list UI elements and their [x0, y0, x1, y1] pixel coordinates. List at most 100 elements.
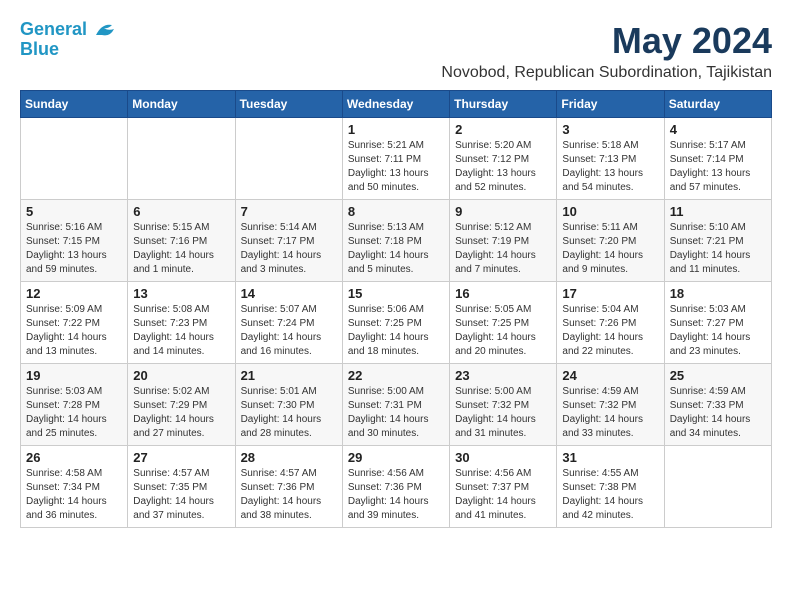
- day-number: 5: [26, 204, 122, 219]
- day-info: Sunrise: 4:56 AMSunset: 7:37 PMDaylight:…: [455, 467, 551, 523]
- calendar-cell: 4Sunrise: 5:17 AMSunset: 7:14 PMDaylight…: [664, 118, 771, 200]
- title-section: May 2024 Novobod, Republican Subordinati…: [441, 20, 772, 82]
- sunset-text: Sunset: 7:32 PM: [455, 399, 551, 413]
- day-info: Sunrise: 5:02 AMSunset: 7:29 PMDaylight:…: [133, 385, 229, 441]
- calendar-cell: 30 Sunrise: 4:56 AMSunset: 7:37 PMDayligh…: [450, 446, 557, 528]
- sunset-text: Sunset: 7:29 PM: [133, 399, 229, 413]
- sunset-text: Sunset: 7:19 PM: [455, 235, 551, 249]
- day-number: 12: [26, 286, 122, 301]
- month-title: May 2024: [441, 20, 772, 62]
- day-number: 27: [133, 450, 229, 465]
- sunrise-text: Sunrise: 5:06 AM: [348, 303, 444, 317]
- weekday-header-tuesday: Tuesday: [235, 91, 342, 118]
- sunset-text: Sunset: 7:32 PM: [562, 399, 658, 413]
- sunrise-text: Sunrise: 4:57 AM: [133, 467, 229, 481]
- sunset-text: Sunset: 7:38 PM: [562, 481, 658, 495]
- calendar-cell: 11Sunrise: 5:10 AMSunset: 7:21 PMDayligh…: [664, 200, 771, 282]
- day-number: 31: [562, 450, 658, 465]
- daylight-text: Daylight: 14 hours and 5 minutes.: [348, 249, 444, 277]
- calendar-cell: 20Sunrise: 5:02 AMSunset: 7:29 PMDayligh…: [128, 364, 235, 446]
- sunset-text: Sunset: 7:11 PM: [348, 153, 444, 167]
- weekday-header-thursday: Thursday: [450, 91, 557, 118]
- calendar-cell: 8Sunrise: 5:13 AMSunset: 7:18 PMDaylight…: [342, 200, 449, 282]
- calendar-cell: 7Sunrise: 5:14 AMSunset: 7:17 PMDaylight…: [235, 200, 342, 282]
- sunset-text: Sunset: 7:17 PM: [241, 235, 337, 249]
- sunset-text: Sunset: 7:27 PM: [670, 317, 766, 331]
- calendar-cell: 31 Sunrise: 4:55 AMSunset: 7:38 PMDayligh…: [557, 446, 664, 528]
- sunrise-text: Sunrise: 5:00 AM: [348, 385, 444, 399]
- day-info: Sunrise: 5:05 AMSunset: 7:25 PMDaylight:…: [455, 303, 551, 359]
- calendar-cell: 15Sunrise: 5:06 AMSunset: 7:25 PMDayligh…: [342, 282, 449, 364]
- sunrise-text: Sunrise: 5:09 AM: [26, 303, 122, 317]
- day-number: 26: [26, 450, 122, 465]
- day-info: Sunrise: 4:59 AMSunset: 7:33 PMDaylight:…: [670, 385, 766, 441]
- calendar-cell: 12 Sunrise: 5:09 AMSunset: 7:22 PMDayligh…: [21, 282, 128, 364]
- day-info: Sunrise: 4:57 AMSunset: 7:35 PMDaylight:…: [133, 467, 229, 523]
- day-info: Sunrise: 4:57 AMSunset: 7:36 PMDaylight:…: [241, 467, 337, 523]
- calendar-cell: 9 Sunrise: 5:12 AMSunset: 7:19 PMDaylight…: [450, 200, 557, 282]
- day-info: Sunrise: 5:09 AMSunset: 7:22 PMDaylight:…: [26, 303, 122, 359]
- calendar-cell: [21, 118, 128, 200]
- sunrise-text: Sunrise: 5:21 AM: [348, 139, 444, 153]
- day-info: Sunrise: 5:01 AMSunset: 7:30 PMDaylight:…: [241, 385, 337, 441]
- day-number: 11: [670, 204, 766, 219]
- day-info: Sunrise: 5:17 AMSunset: 7:14 PMDaylight:…: [670, 139, 766, 195]
- day-info: Sunrise: 5:18 AMSunset: 7:13 PMDaylight:…: [562, 139, 658, 195]
- daylight-text: Daylight: 13 hours and 50 minutes.: [348, 167, 444, 195]
- day-number: 30: [455, 450, 551, 465]
- sunrise-text: Sunrise: 5:17 AM: [670, 139, 766, 153]
- sunrise-text: Sunrise: 4:57 AM: [241, 467, 337, 481]
- sunrise-text: Sunrise: 5:04 AM: [562, 303, 658, 317]
- daylight-text: Daylight: 14 hours and 22 minutes.: [562, 331, 658, 359]
- calendar-cell: 22Sunrise: 5:00 AMSunset: 7:31 PMDayligh…: [342, 364, 449, 446]
- calendar-cell: 1 Sunrise: 5:21 AMSunset: 7:11 PMDaylight…: [342, 118, 449, 200]
- logo-bird-icon: [94, 21, 116, 39]
- sunrise-text: Sunrise: 5:07 AM: [241, 303, 337, 317]
- day-info: Sunrise: 5:14 AMSunset: 7:17 PMDaylight:…: [241, 221, 337, 277]
- daylight-text: Daylight: 14 hours and 3 minutes.: [241, 249, 337, 277]
- daylight-text: Daylight: 14 hours and 41 minutes.: [455, 495, 551, 523]
- daylight-text: Daylight: 14 hours and 13 minutes.: [26, 331, 122, 359]
- day-number: 9: [455, 204, 551, 219]
- sunrise-text: Sunrise: 5:05 AM: [455, 303, 551, 317]
- day-number: 14: [241, 286, 337, 301]
- calendar-header-row: SundayMondayTuesdayWednesdayThursdayFrid…: [21, 91, 772, 118]
- sunrise-text: Sunrise: 5:16 AM: [26, 221, 122, 235]
- daylight-text: Daylight: 14 hours and 33 minutes.: [562, 413, 658, 441]
- sunset-text: Sunset: 7:24 PM: [241, 317, 337, 331]
- day-number: 25: [670, 368, 766, 383]
- day-number: 8: [348, 204, 444, 219]
- daylight-text: Daylight: 14 hours and 38 minutes.: [241, 495, 337, 523]
- calendar-cell: 18Sunrise: 5:03 AMSunset: 7:27 PMDayligh…: [664, 282, 771, 364]
- sunrise-text: Sunrise: 5:00 AM: [455, 385, 551, 399]
- day-number: 10: [562, 204, 658, 219]
- sunrise-text: Sunrise: 4:56 AM: [455, 467, 551, 481]
- day-number: 29: [348, 450, 444, 465]
- sunset-text: Sunset: 7:23 PM: [133, 317, 229, 331]
- day-number: 3: [562, 122, 658, 137]
- sunset-text: Sunset: 7:15 PM: [26, 235, 122, 249]
- daylight-text: Daylight: 14 hours and 42 minutes.: [562, 495, 658, 523]
- sunrise-text: Sunrise: 5:08 AM: [133, 303, 229, 317]
- sunset-text: Sunset: 7:28 PM: [26, 399, 122, 413]
- day-info: Sunrise: 5:12 AMSunset: 7:19 PMDaylight:…: [455, 221, 551, 277]
- calendar-cell: 3 Sunrise: 5:18 AMSunset: 7:13 PMDaylight…: [557, 118, 664, 200]
- daylight-text: Daylight: 14 hours and 30 minutes.: [348, 413, 444, 441]
- sunset-text: Sunset: 7:16 PM: [133, 235, 229, 249]
- sunset-text: Sunset: 7:12 PM: [455, 153, 551, 167]
- day-number: 1: [348, 122, 444, 137]
- weekday-header-wednesday: Wednesday: [342, 91, 449, 118]
- sunset-text: Sunset: 7:37 PM: [455, 481, 551, 495]
- sunrise-text: Sunrise: 5:20 AM: [455, 139, 551, 153]
- daylight-text: Daylight: 14 hours and 18 minutes.: [348, 331, 444, 359]
- sunset-text: Sunset: 7:31 PM: [348, 399, 444, 413]
- day-info: Sunrise: 5:08 AMSunset: 7:23 PMDaylight:…: [133, 303, 229, 359]
- daylight-text: Daylight: 14 hours and 1 minute.: [133, 249, 229, 277]
- day-info: Sunrise: 5:04 AMSunset: 7:26 PMDaylight:…: [562, 303, 658, 359]
- calendar-week-1: 1 Sunrise: 5:21 AMSunset: 7:11 PMDaylight…: [21, 118, 772, 200]
- day-info: Sunrise: 4:55 AMSunset: 7:38 PMDaylight:…: [562, 467, 658, 523]
- page-header: General Blue May 2024 Novobod, Republica…: [20, 20, 772, 82]
- calendar-cell: [128, 118, 235, 200]
- day-number: 13: [133, 286, 229, 301]
- calendar-cell: 24Sunrise: 4:59 AMSunset: 7:32 PMDayligh…: [557, 364, 664, 446]
